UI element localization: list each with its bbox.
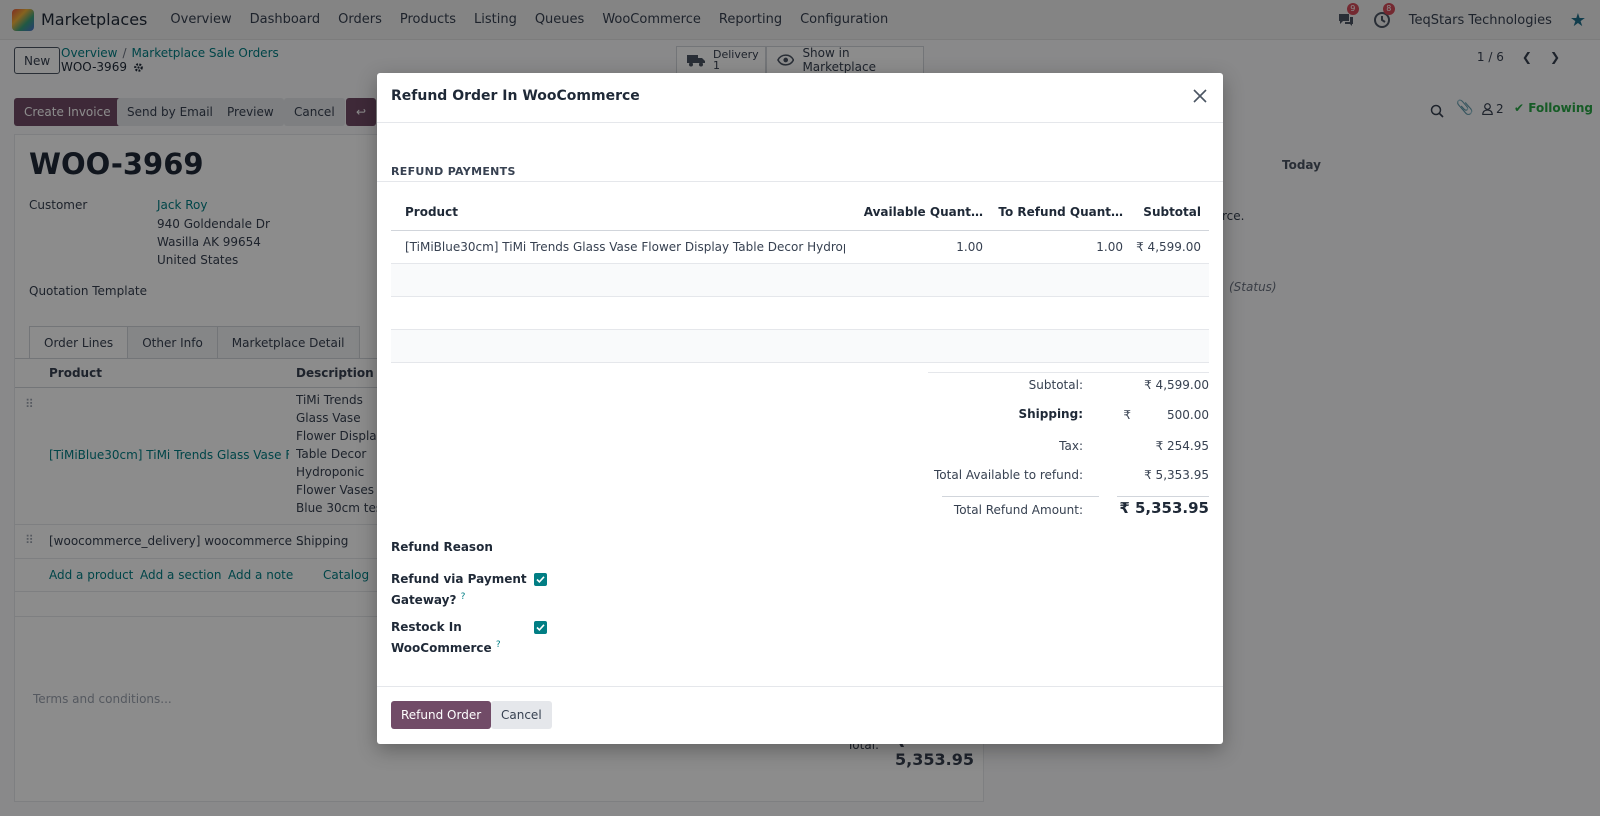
shipping-input[interactable]: 500.00 [1167, 408, 1209, 422]
empty-row [391, 264, 1209, 297]
col-subtotal[interactable]: Subtotal [1129, 193, 1201, 230]
total-available-value: ₹ 5,353.95 [1144, 468, 1209, 482]
check-icon [536, 624, 545, 632]
row-product: [TiMiBlue30cm] TiMi Trends Glass Vase Fl… [405, 240, 845, 254]
close-icon[interactable] [1191, 87, 1209, 105]
help-icon[interactable]: ? [461, 592, 466, 602]
cancel-button[interactable]: Cancel [491, 701, 552, 729]
subtotal-label: Subtotal: [1028, 378, 1083, 392]
empty-row [391, 330, 1209, 363]
tax-value: ₹ 254.95 [1155, 439, 1209, 453]
check-icon [536, 576, 545, 584]
total-refund-value: ₹ 5,353.95 [1119, 499, 1209, 517]
total-refund-label: Total Refund Amount: [953, 503, 1083, 517]
subtotal-value: ₹ 4,599.00 [1144, 378, 1209, 392]
row-available-quantity: 1.00 [956, 240, 983, 254]
refund-reason-label: Refund Reason [391, 540, 493, 554]
refund-lines-header: Product Available Quant… To Refund Quant… [391, 193, 1209, 231]
empty-row [391, 297, 1209, 330]
refund-via-gateway-checkbox[interactable] [534, 573, 547, 586]
total-available-label: Total Available to refund: [934, 468, 1083, 482]
refund-order-button[interactable]: Refund Order [391, 701, 492, 729]
shipping-label: Shipping: [1018, 407, 1083, 421]
refund-lines-table: Product Available Quant… To Refund Quant… [391, 193, 1209, 363]
tax-label: Tax: [1059, 439, 1083, 453]
refund-modal: Refund Order In WooCommerce REFUND PAYME… [377, 73, 1223, 744]
modal-title: Refund Order In WooCommerce [391, 88, 640, 104]
restock-checkbox[interactable] [534, 621, 547, 634]
col-product[interactable]: Product [405, 193, 845, 230]
help-icon[interactable]: ? [496, 640, 501, 650]
restock-label: Restock In WooCommerce ? [391, 620, 501, 655]
refund-payments-heading: REFUND PAYMENTS [391, 165, 516, 178]
refund-reason-input[interactable] [537, 535, 1209, 559]
col-available-quantity[interactable]: Available Quant… [851, 193, 983, 230]
refund-via-gateway-label: Refund via Payment Gateway? ? [391, 572, 527, 607]
table-row[interactable]: [TiMiBlue30cm] TiMi Trends Glass Vase Fl… [391, 231, 1209, 264]
col-to-refund-quantity[interactable]: To Refund Quant… [991, 193, 1123, 230]
shipping-currency: ₹ [1123, 408, 1131, 422]
row-to-refund-quantity[interactable]: 1.00 [991, 231, 1123, 263]
row-subtotal: ₹ 4,599.00 [1136, 240, 1201, 254]
